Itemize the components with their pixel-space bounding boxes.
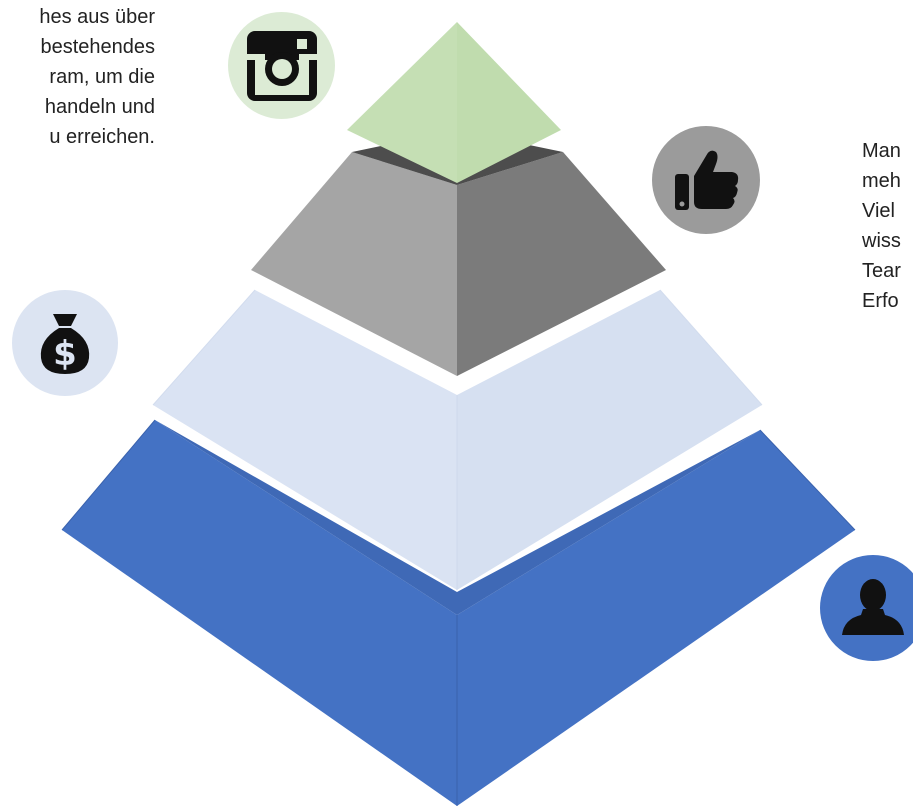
instagram-icon (246, 30, 317, 101)
person-icon (842, 579, 904, 635)
instagram-icon-badge (228, 12, 335, 119)
pyramid-graphic (61, 22, 856, 806)
money-bag-icon: $ (40, 314, 90, 374)
svg-text:$: $ (53, 334, 77, 374)
money-bag-icon-badge: $ (12, 290, 118, 396)
thumbs-up-icon-badge (652, 126, 760, 234)
thumbs-up-icon (675, 150, 739, 210)
pyramid-diagram: hes aus über bestehendes ram, um die han… (0, 0, 913, 806)
